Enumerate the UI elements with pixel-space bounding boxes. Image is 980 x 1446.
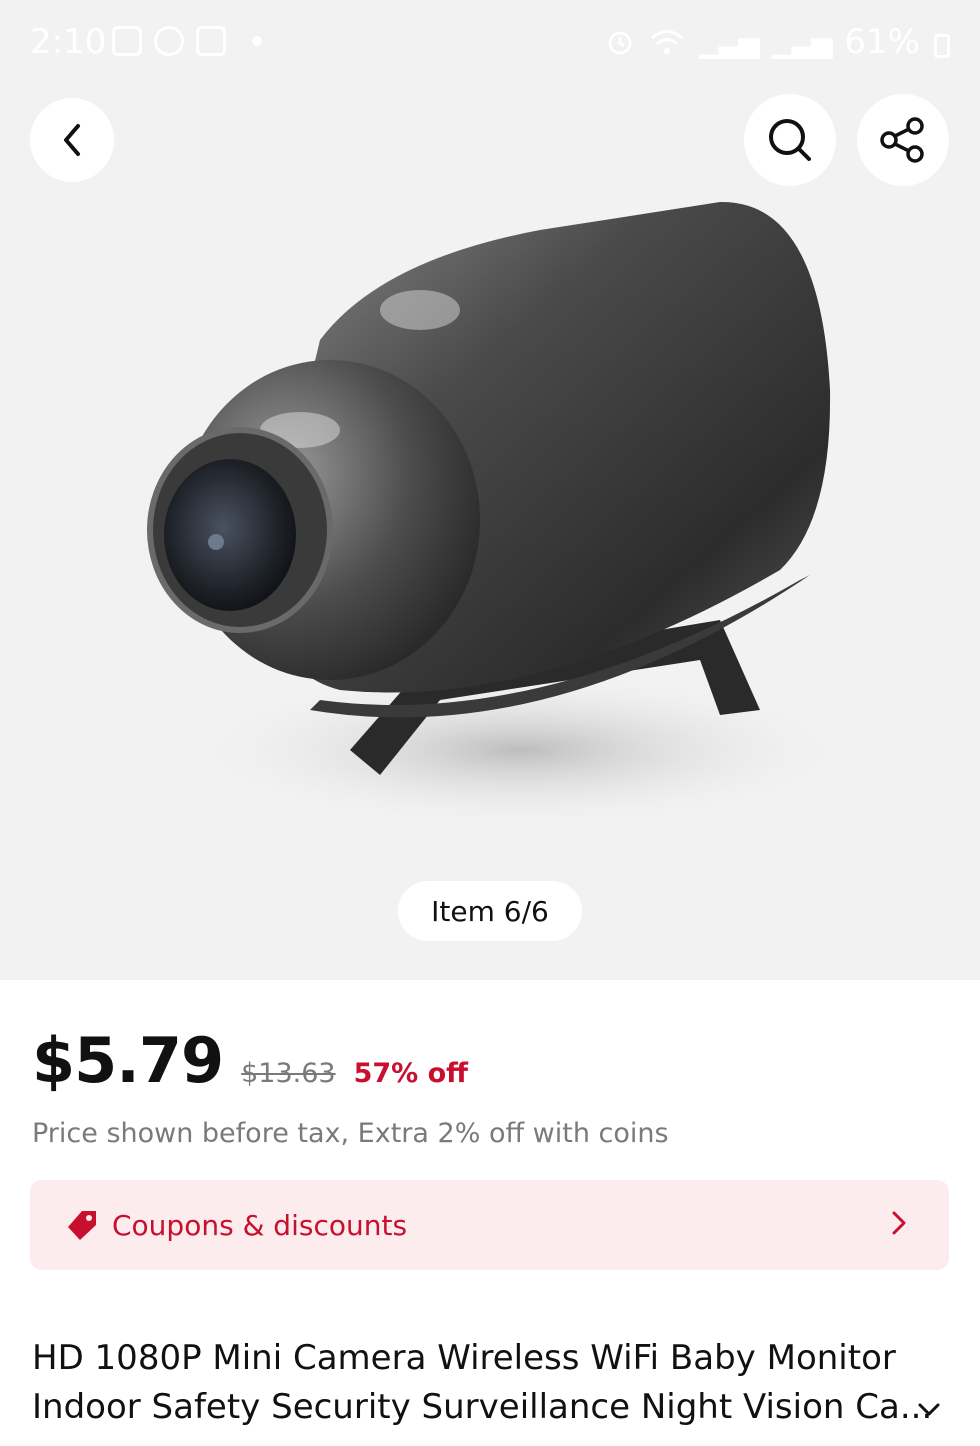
product-title[interactable]: HD 1080P Mini Camera Wireless WiFi Baby … [32, 1334, 932, 1432]
status-time: 2:10 [30, 22, 107, 62]
discount-badge: 57% off [353, 1058, 469, 1089]
b-icon [154, 26, 184, 56]
status-bar: 2:10 ▁▃▅ ▁▃▅ 61% [0, 0, 980, 86]
wifi-icon [651, 30, 684, 54]
product-title-line2: Indoor Safety Security Surveillance Nigh… [32, 1387, 932, 1427]
signal-icon: ▁▃▅ [699, 25, 760, 59]
search-icon [769, 119, 811, 161]
search-button[interactable] [744, 94, 836, 186]
current-price: $5.79 [32, 1024, 224, 1097]
share-icon [880, 117, 924, 163]
battery-level: 61% [844, 22, 920, 62]
product-title-line1: HD 1080P Mini Camera Wireless WiFi Baby … [32, 1338, 896, 1378]
alarm-icon [608, 31, 632, 55]
instagram-icon [196, 26, 226, 56]
product-image-gallery[interactable]: 2:10 ▁▃▅ ▁▃▅ 61% Item 6/6 [0, 0, 980, 980]
signal-roaming-icon: ▁▃▅ [771, 25, 833, 59]
status-left-icons [112, 26, 262, 56]
chevron-left-icon [64, 124, 80, 156]
chevron-down-icon[interactable] [916, 1400, 942, 1420]
coupons-label: Coupons & discounts [112, 1208, 408, 1242]
coupons-discounts-row[interactable]: Coupons & discounts [30, 1180, 949, 1270]
battery-icon [934, 34, 950, 58]
back-button[interactable] [30, 98, 114, 182]
gallery-icon [112, 26, 142, 56]
image-counter-pill: Item 6/6 [398, 881, 582, 941]
image-counter: Item 6/6 [431, 894, 549, 928]
product-image [147, 201, 860, 830]
notification-dot [252, 36, 262, 46]
tag-icon [68, 1211, 96, 1240]
price-row: $5.79 $13.63 57% off [32, 1024, 468, 1097]
chevron-right-icon [892, 1211, 906, 1235]
price-note: Price shown before tax, Extra 2% off wit… [32, 1118, 669, 1149]
original-price: $13.63 [241, 1058, 336, 1089]
share-button[interactable] [857, 94, 949, 186]
status-right-icons: ▁▃▅ ▁▃▅ 61% [605, 22, 950, 62]
